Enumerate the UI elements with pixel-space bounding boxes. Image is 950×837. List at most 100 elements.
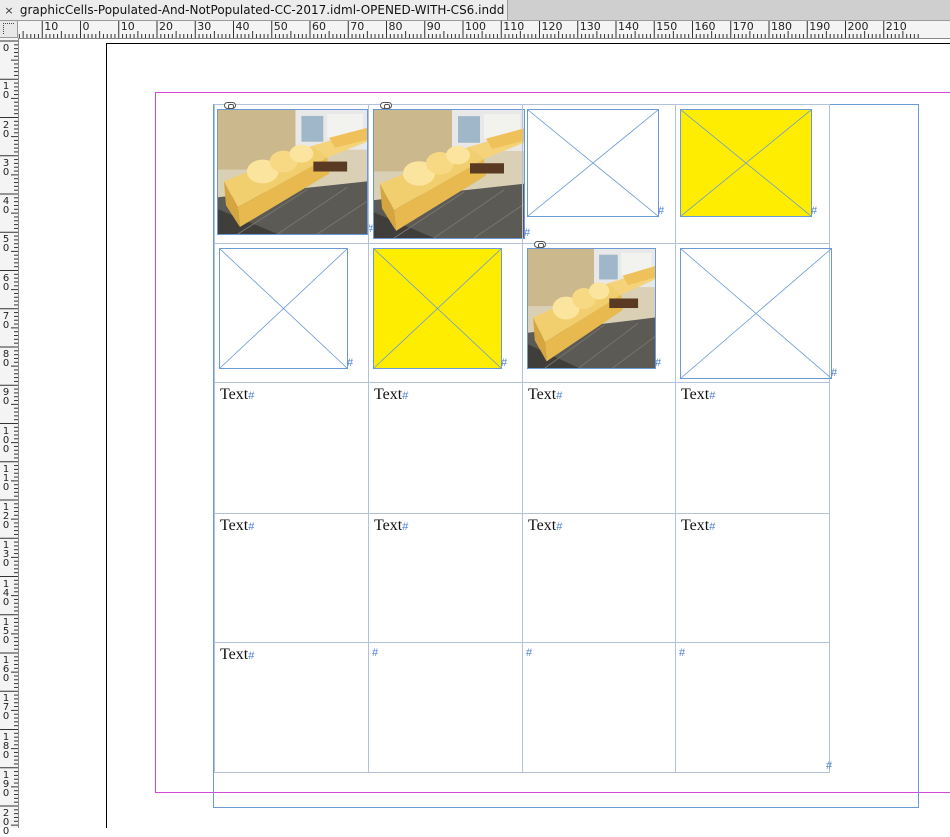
end-of-cell-marker: # [655, 357, 662, 369]
ruler-label: 10 [44, 20, 59, 33]
horizontal-ruler[interactable]: 10 0 10 20 30 40 50 60 70 80 90 100 110 120 130 140 150 1… [18, 21, 950, 39]
table-cell[interactable]: # [675, 243, 837, 383]
ruler-label: 140 [618, 20, 639, 33]
cell-text-value: Text [528, 386, 557, 403]
ruler-label: 80 [2, 349, 10, 369]
table-cell[interactable]: Text# [522, 382, 676, 514]
table-cell[interactable]: Text# [675, 382, 830, 514]
image-graphic-frame[interactable] [373, 109, 525, 239]
ruler-label: 30 [2, 157, 10, 178]
ruler-label: 190 [809, 20, 831, 33]
ruler-label: 110 [2, 463, 10, 493]
yellow-graphic-frame[interactable] [373, 248, 502, 369]
ruler-label: 90 [426, 20, 441, 33]
ruler-label: 160 [2, 655, 10, 684]
tab-close-icon[interactable]: × [2, 1, 16, 20]
table-cell[interactable]: Text# [214, 642, 369, 773]
cell-text[interactable]: Text# [220, 517, 254, 535]
link-icon[interactable] [224, 102, 236, 109]
table-cell[interactable]: Text# [368, 513, 523, 643]
cell-text[interactable]: Text# [528, 517, 562, 535]
cell-text[interactable]: Text# [220, 386, 254, 404]
ruler-origin-icon [3, 23, 14, 34]
ruler-label: 90 [2, 387, 10, 408]
cell-text-value: Text [374, 517, 403, 534]
ruler-label: 10 [120, 20, 135, 33]
yellow-graphic-frame[interactable] [680, 109, 812, 217]
ruler-label: 150 [2, 616, 10, 646]
ruler-label: 50 [2, 234, 10, 255]
table-cell[interactable]: # [368, 642, 523, 773]
end-of-cell-marker: # [526, 647, 533, 659]
table-cell[interactable]: # [368, 102, 530, 244]
vertical-ruler[interactable]: 0 10 20 30 40 50 60 70 80 90 100 110 120 130 140 150 160… [0, 38, 19, 837]
ruler-label: 180 [2, 731, 10, 761]
ruler-label: 200 [2, 808, 10, 837]
table-cell[interactable]: Text# [368, 382, 523, 514]
ruler-label: 170 [732, 20, 754, 33]
cell-text[interactable]: Text# [220, 646, 254, 664]
ruler-label: 40 [2, 196, 10, 216]
end-of-cell-marker: # [709, 390, 716, 402]
ruler-label: 100 [465, 20, 486, 33]
sofa-photo [528, 249, 655, 368]
cell-text-value: Text [681, 517, 710, 534]
table-cell[interactable]: Text# [214, 382, 369, 514]
table-cell[interactable]: Text# [522, 513, 676, 643]
cell-text-value: Text [528, 517, 557, 534]
empty-graphic-frame[interactable] [527, 109, 659, 217]
table-cell[interactable]: Text# [214, 513, 369, 643]
ruler-label: 70 [2, 310, 10, 331]
ruler-label: 130 [2, 540, 10, 570]
link-icon[interactable] [534, 241, 546, 248]
empty-graphic-frame[interactable] [680, 248, 832, 379]
document-tab[interactable]: × graphicCells-Populated-And-NotPopulate… [0, 0, 508, 20]
image-graphic-frame[interactable] [527, 248, 656, 369]
document-tab-bar: × graphicCells-Populated-And-NotPopulate… [0, 0, 950, 21]
ruler-label: 80 [388, 20, 403, 33]
empty-frame-cross [528, 110, 658, 216]
table-cell[interactable]: Text# [675, 513, 830, 643]
table-cell[interactable]: # [214, 102, 373, 244]
empty-frame-cross [374, 249, 501, 368]
table-cell[interactable]: # [522, 104, 676, 244]
table-cell[interactable]: # [675, 104, 830, 244]
cell-text[interactable]: Text# [528, 386, 562, 404]
ruler-label: 30 [197, 20, 212, 33]
ruler-origin-corner[interactable] [0, 21, 18, 38]
table-cell[interactable]: # [522, 241, 676, 383]
table-cell[interactable]: # [368, 243, 523, 383]
ruler-label: 170 [2, 693, 10, 723]
end-of-cell-marker: # [556, 521, 563, 533]
ruler-label: 120 [2, 502, 10, 531]
end-of-cell-marker: # [347, 357, 354, 369]
cell-text[interactable]: Text# [681, 517, 715, 535]
image-graphic-frame[interactable] [217, 109, 368, 235]
cell-text-value: Text [220, 517, 249, 534]
cell-text[interactable]: Text# [374, 517, 408, 535]
table-cell[interactable]: # [675, 642, 830, 773]
story-end-marker: # [826, 760, 833, 772]
table-cell[interactable]: # [522, 642, 676, 773]
ruler-label: 0 [2, 43, 10, 54]
end-of-cell-marker: # [679, 647, 686, 659]
ruler-label: 20 [2, 119, 10, 140]
sofa-photo [218, 110, 367, 234]
cell-text-value: Text [220, 646, 249, 663]
table-cell[interactable]: # [214, 243, 369, 383]
ruler-label: 130 [579, 20, 601, 33]
cell-text-value: Text [374, 386, 403, 403]
ruler-label: 210 [885, 20, 907, 33]
cell-text[interactable]: Text# [374, 386, 408, 404]
cell-text[interactable]: Text# [681, 386, 715, 404]
empty-frame-cross [681, 249, 831, 378]
empty-graphic-frame[interactable] [219, 248, 348, 369]
cell-text-value: Text [220, 386, 249, 403]
cell-text-value: Text [681, 386, 710, 403]
end-of-cell-marker: # [501, 357, 508, 369]
link-icon[interactable] [380, 102, 392, 109]
ruler-label: 40 [235, 20, 250, 33]
sofa-photo [374, 110, 524, 238]
ruler-label: 60 [2, 272, 10, 293]
empty-frame-cross [220, 249, 347, 368]
